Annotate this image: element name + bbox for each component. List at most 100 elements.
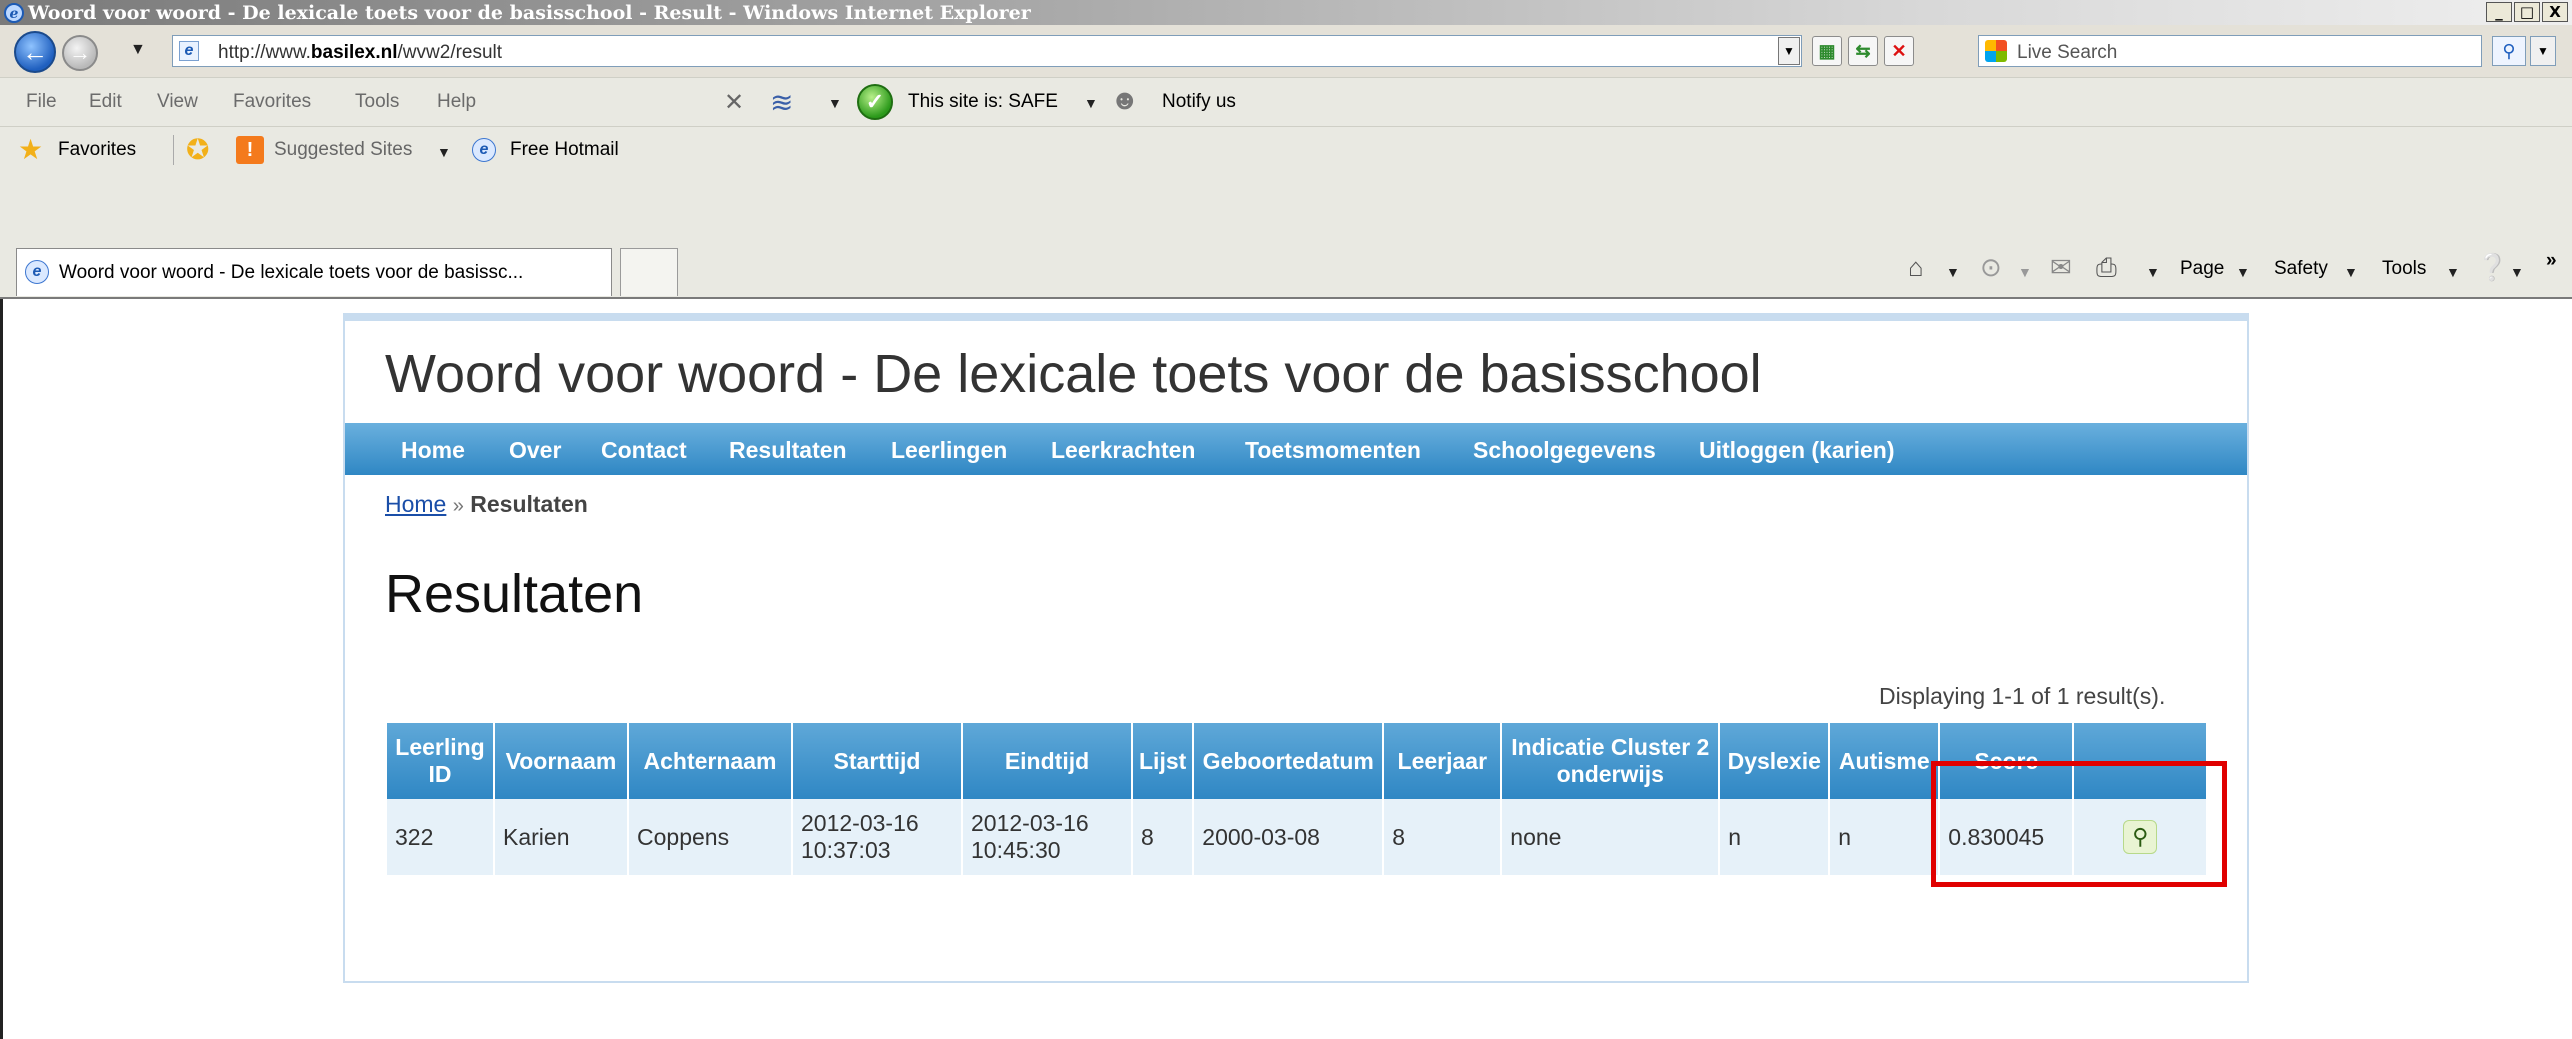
col-indicatie-cluster[interactable]: Indicatie Cluster 2 onderwijs	[1501, 723, 1721, 799]
col-voornaam[interactable]: Voornaam	[494, 723, 629, 799]
menu-bar: File Edit View Favorites Tools Help ✕ ≋ …	[0, 77, 2572, 127]
page-menu[interactable]: Page	[2180, 258, 2224, 280]
nav-home[interactable]: Home	[401, 437, 465, 464]
forward-button[interactable]: →	[62, 35, 98, 71]
help-dropdown[interactable]: ▼	[2510, 264, 2524, 280]
maximize-button[interactable]: □	[2514, 2, 2540, 22]
menu-favorites[interactable]: Favorites	[233, 91, 311, 113]
free-hotmail-link[interactable]: Free Hotmail	[510, 139, 619, 161]
menu-tools[interactable]: Tools	[355, 91, 399, 113]
wot-dropdown[interactable]: ▼	[828, 95, 842, 111]
tools-dropdown[interactable]: ▼	[2446, 264, 2460, 280]
page-icon: e	[179, 41, 199, 61]
stop-button[interactable]: ✕	[1884, 36, 1914, 66]
col-dyslexie[interactable]: Dyslexie	[1719, 723, 1831, 799]
cell-indicatie: none	[1501, 799, 1721, 875]
tab-title: Woord voor woord - De lexicale toets voo…	[59, 262, 524, 283]
feeds-icon[interactable]: ⊙	[1980, 252, 2002, 283]
safe-check-icon[interactable]: ✓	[857, 84, 893, 120]
nav-leerkrachten[interactable]: Leerkrachten	[1051, 437, 1195, 464]
col-autisme[interactable]: Autisme	[1829, 723, 1941, 799]
tab-ie-icon: e	[25, 260, 49, 284]
search-input[interactable]: Live Search	[1978, 35, 2482, 67]
refresh-button[interactable]: ⇆	[1848, 36, 1878, 66]
magnifier-icon: ⚲	[2502, 40, 2516, 61]
feeds-dropdown[interactable]: ▼	[2018, 264, 2032, 280]
safety-menu-dropdown[interactable]: ▼	[2344, 264, 2358, 280]
safety-dropdown[interactable]: ▼	[1084, 95, 1098, 111]
home-dropdown[interactable]: ▼	[1946, 264, 1960, 280]
nav-over[interactable]: Over	[509, 437, 561, 464]
tab-bar: e Woord voor woord - De lexicale toets v…	[0, 174, 2572, 299]
col-geboortedatum[interactable]: Geboortedatum	[1193, 723, 1385, 799]
nav-uitloggen[interactable]: Uitloggen (karien)	[1699, 437, 1895, 464]
read-mail-icon[interactable]: ✉	[2050, 252, 2072, 283]
col-score[interactable]: Score	[1939, 723, 2075, 799]
site-safety-status[interactable]: This site is: SAFE	[908, 91, 1058, 113]
search-options-dropdown[interactable]: ▼	[2530, 36, 2556, 66]
back-button[interactable]: ←	[14, 31, 56, 73]
col-achternaam[interactable]: Achternaam	[628, 723, 793, 799]
safety-menu[interactable]: Safety	[2274, 258, 2328, 280]
page-viewport: Woord voor woord - De lexicale toets voo…	[0, 299, 2572, 1039]
compatibility-view-button[interactable]: ▦	[1812, 36, 1842, 66]
notify-us-button[interactable]: Notify us	[1162, 91, 1236, 113]
col-eindtijd[interactable]: Eindtijd	[962, 723, 1133, 799]
minimize-button[interactable]: _	[2486, 2, 2512, 22]
site-top-border	[345, 315, 2247, 321]
menu-file[interactable]: File	[26, 91, 57, 113]
print-icon[interactable]: ⎙	[2096, 252, 2117, 284]
tools-menu[interactable]: Tools	[2382, 258, 2426, 280]
wot-icon[interactable]: ≋	[770, 86, 793, 119]
favorites-button[interactable]: Favorites	[58, 139, 136, 161]
view-details-magnifier-icon[interactable]: ⚲	[2123, 820, 2158, 854]
search-button[interactable]: ⚲	[2492, 36, 2526, 66]
col-lijst[interactable]: Lijst	[1132, 723, 1195, 799]
page-dropdown[interactable]: ▼	[2236, 264, 2250, 280]
cell-starttijd: 2012-03-16 10:37:03	[792, 799, 963, 875]
cell-lijst: 8	[1132, 799, 1195, 875]
favorites-separator	[173, 135, 174, 165]
nav-toetsmomenten[interactable]: Toetsmomenten	[1245, 437, 1421, 464]
stop-icon: ✕	[1891, 40, 1907, 61]
add-favorite-icon[interactable]: ✪	[186, 133, 209, 166]
col-actions	[2073, 723, 2209, 799]
cell-score: 0.830045	[1939, 799, 2075, 875]
tab-active[interactable]: e Woord voor woord - De lexicale toets v…	[16, 248, 612, 296]
help-icon[interactable]: ❔	[2476, 252, 2508, 283]
cell-leerling-id: 322	[387, 799, 495, 875]
url-text[interactable]: http://www.basilex.nl/wvw2/result	[218, 42, 502, 64]
print-dropdown[interactable]: ▼	[2146, 264, 2160, 280]
nav-resultaten[interactable]: Resultaten	[729, 437, 847, 464]
menu-view[interactable]: View	[157, 91, 198, 113]
cell-voornaam: Karien	[494, 799, 629, 875]
toolbar-overflow-icon[interactable]: »	[2546, 250, 2557, 272]
new-tab-button[interactable]	[620, 248, 678, 296]
window-title: Woord voor woord - De lexicale toets voo…	[28, 2, 1031, 24]
nav-contact[interactable]: Contact	[601, 437, 687, 464]
results-summary: Displaying 1-1 of 1 result(s).	[1879, 683, 2166, 709]
address-bar[interactable]: e http://www.basilex.nl/wvw2/result	[172, 35, 1802, 67]
address-dropdown-button[interactable]: ▼	[1778, 37, 1800, 65]
toolbar-close-icon[interactable]: ✕	[724, 88, 744, 117]
refresh-icon: ⇆	[1855, 40, 1871, 61]
nav-leerlingen[interactable]: Leerlingen	[891, 437, 1007, 464]
recent-pages-dropdown[interactable]: ▼	[130, 41, 146, 59]
cell-leerjaar: 8	[1383, 799, 1503, 875]
col-starttijd[interactable]: Starttijd	[792, 723, 963, 799]
nav-schoolgegevens[interactable]: Schoolgegevens	[1473, 437, 1656, 464]
suggested-sites-dropdown[interactable]: ▼	[437, 144, 451, 160]
menu-help[interactable]: Help	[437, 91, 476, 113]
home-icon[interactable]: ⌂	[1908, 252, 1924, 283]
col-leerjaar[interactable]: Leerjaar	[1383, 723, 1503, 799]
col-leerling-id[interactable]: Leerling ID	[387, 723, 495, 799]
close-window-button[interactable]: X	[2542, 2, 2568, 22]
table-row: 322 Karien Coppens 2012-03-16 10:37:03 2…	[387, 799, 2209, 875]
cell-eindtijd: 2012-03-16 10:45:30	[962, 799, 1133, 875]
site-container: Woord voor woord - De lexicale toets voo…	[343, 313, 2249, 983]
favorites-star-icon: ★	[18, 134, 44, 165]
menu-edit[interactable]: Edit	[89, 91, 122, 113]
main-navigation: Home Over Contact Resultaten Leerlingen …	[345, 423, 2247, 475]
breadcrumb-home-link[interactable]: Home	[385, 491, 446, 517]
suggested-sites-link[interactable]: Suggested Sites	[274, 139, 412, 161]
